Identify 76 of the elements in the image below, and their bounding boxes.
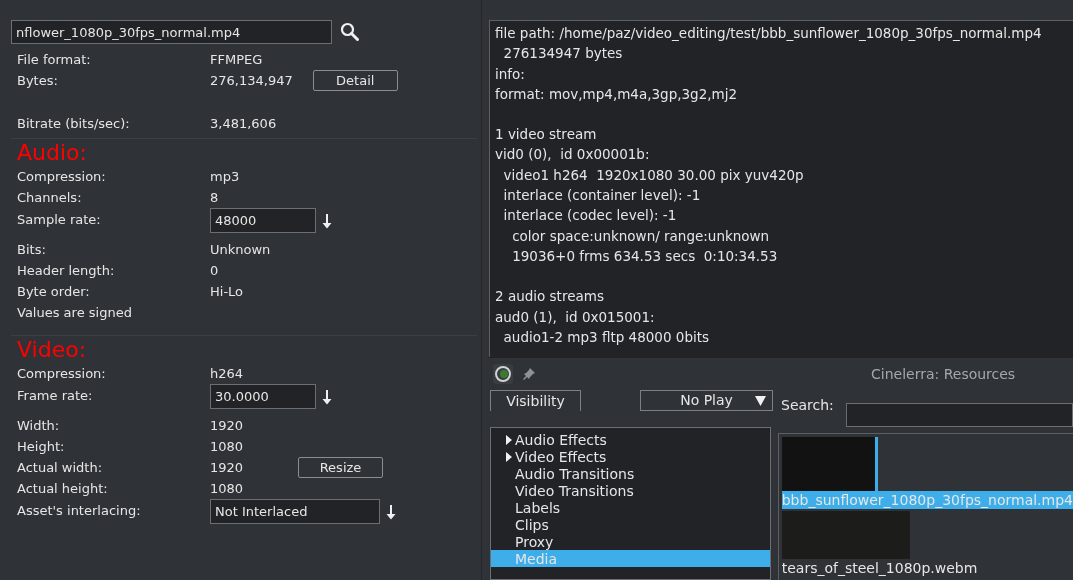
field-value: mp3 (210, 168, 241, 185)
video-thumbnail[interactable] (781, 437, 878, 491)
field-label: Values are signed (17, 305, 133, 320)
field-value: 1080 (210, 480, 245, 497)
field-label: File format: (17, 52, 92, 67)
value-field[interactable]: 30.0000 (210, 384, 316, 409)
down-arrow-icon[interactable] (322, 212, 332, 229)
field-label: Width: (17, 418, 61, 433)
field-label: Compression: (17, 169, 107, 184)
detail-line: 2 audio streams (495, 287, 605, 307)
field-value: h264 (210, 365, 245, 382)
folder-item[interactable]: Audio Effects (491, 431, 770, 448)
field-label: Actual width: (17, 460, 104, 475)
detail-line: info: (495, 64, 526, 84)
field-label: Frame rate: (17, 387, 94, 403)
field-value: 1920 (210, 417, 245, 434)
field-label: Sample rate: (17, 211, 102, 227)
field-label: Actual height: (17, 481, 109, 496)
search-icon[interactable] (340, 22, 360, 42)
detail-line: format: mov,mp4,m4a,3gp,3g2,mj2 (495, 84, 739, 104)
action-button[interactable]: Detail (312, 70, 398, 91)
field-label: Bitrate (bits/sec): (17, 116, 131, 131)
field-value: 1080 (210, 438, 245, 455)
video-thumbnail[interactable] (781, 511, 910, 559)
folder-item[interactable]: Audio Transitions (491, 465, 770, 482)
field-value: Hi-Lo (210, 283, 245, 300)
folder-item[interactable]: Proxy (491, 533, 770, 550)
field-value: 0 (210, 262, 220, 279)
field-label: Bytes: (17, 73, 59, 88)
down-arrow-icon[interactable] (386, 503, 396, 520)
field-label: Channels: (17, 190, 83, 205)
expand-icon[interactable] (505, 435, 513, 445)
detail-line: 1 video stream (495, 125, 598, 145)
detail-line: vid0 (0), id 0x00001b: (495, 145, 651, 165)
down-arrow-icon[interactable] (322, 388, 332, 405)
field-label: Byte order: (17, 284, 91, 299)
action-button[interactable]: Resize (298, 457, 383, 478)
field-value: FFMPEG (210, 51, 264, 68)
field-value: 8 (210, 189, 220, 206)
field-value: 276,134,947 (210, 72, 293, 89)
visibility-button[interactable]: Visibility (490, 389, 581, 411)
dropdown-arrow-icon[interactable] (755, 395, 766, 406)
section-heading: Video: (16, 336, 88, 363)
search-label: Search: (781, 396, 834, 415)
search-field[interactable] (845, 403, 1073, 427)
folder-item[interactable]: Video Effects (491, 448, 770, 465)
asset-name[interactable]: tears_of_steel_1080p.webm (781, 559, 978, 577)
field-value: Unknown (210, 241, 272, 258)
field-value: 1920 (210, 459, 245, 476)
value-field[interactable]: Not Interlaced (210, 499, 380, 524)
field-value: 3,481,606 (210, 115, 278, 132)
expand-icon[interactable] (505, 452, 513, 462)
folder-item[interactable]: Video Transitions (491, 482, 770, 499)
detail-line: 19036+0 frms 634.53 secs 0:10:34.53 (511, 246, 779, 266)
detail-line: file path: /home/paz/video_editing/test/bbb_sunflower_1080p_30fps_normal.mp4 (495, 24, 1043, 43)
field-label: Height: (17, 439, 66, 454)
field-label: Compression: (17, 366, 107, 381)
detail-line: video1 h264 1920x1080 30.00 pix yuv420p (502, 165, 805, 185)
field-label: Header length: (17, 263, 116, 278)
folder-item[interactable]: Labels (491, 499, 770, 516)
detail-line: aud0 (1), id 0x015001: (495, 307, 656, 327)
detail-line: interlace (container level): -1 (502, 186, 702, 206)
section-heading: Audio: (16, 139, 88, 166)
field-label: Asset's interlacing: (17, 502, 142, 518)
window-title: Cinelerra: Resources (871, 365, 1017, 382)
folder-item[interactable]: Clips (491, 516, 770, 533)
detail-line: audio1-2 mp3 fltp 48000 0bits (502, 327, 711, 347)
detail-line: 276134947 bytes (502, 44, 624, 64)
pin-icon[interactable] (523, 367, 535, 380)
app-logo-icon (493, 363, 513, 384)
play-mode-dropdown[interactable]: No Play (640, 389, 773, 411)
file-path-field[interactable]: nflower_1080p_30fps_normal.mp4 (11, 20, 332, 44)
detail-line: interlace (codec level): -1 (502, 206, 678, 226)
field-label: Bits: (17, 242, 47, 257)
detail-line: color space:unknown/ range:unknown (511, 226, 771, 246)
value-field[interactable]: 48000 (210, 208, 316, 233)
